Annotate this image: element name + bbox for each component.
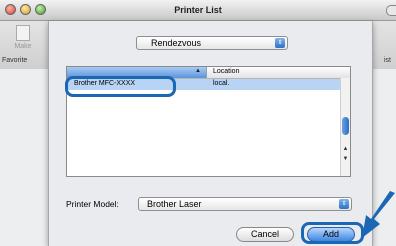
- printer-list-window: Printer List Make Favorite ist Rendezvou…: [0, 0, 396, 246]
- printer-model-value: Brother Laser: [147, 199, 202, 209]
- printer-icon: [16, 25, 30, 41]
- favorite-column-header: Favorite: [2, 57, 28, 64]
- title-bar[interactable]: Printer List: [0, 0, 396, 21]
- make-default-button[interactable]: Make: [8, 25, 38, 50]
- scroll-up-arrow-icon[interactable]: ▲: [342, 146, 349, 152]
- vertical-scrollbar[interactable]: ▲ ▼: [340, 78, 350, 176]
- printer-model-popup[interactable]: Brother Laser ⇕: [138, 197, 352, 211]
- sort-ascending-icon: ▲: [195, 68, 201, 74]
- updown-arrows-icon: ⇕: [339, 199, 349, 209]
- location-column-header[interactable]: Location: [213, 68, 239, 75]
- list-column-header: ist: [384, 57, 391, 64]
- scroll-down-arrow-icon[interactable]: ▼: [342, 156, 349, 162]
- updown-arrows-icon: ⇕: [275, 38, 285, 48]
- pointer-arrow-icon: [362, 191, 395, 238]
- cancel-button[interactable]: Cancel: [236, 227, 294, 242]
- connection-type-popup[interactable]: Rendezvous ⇕: [136, 36, 288, 50]
- printer-location-cell: local.: [213, 80, 230, 87]
- connection-type-value: Rendezvous: [151, 38, 202, 48]
- printer-highlight-callout: [65, 76, 176, 97]
- make-default-label: Make: [14, 43, 32, 50]
- scrollbar-thumb[interactable]: [342, 117, 349, 135]
- toolbar-toggle-button[interactable]: [386, 5, 396, 16]
- window-title: Printer List: [174, 5, 222, 15]
- add-button-highlight-callout: [301, 222, 364, 244]
- printer-model-label: Printer Model:: [66, 199, 119, 209]
- add-printer-sheet: Rendezvous ⇕ ▲ Location Brother MFC-XXXX…: [48, 21, 373, 246]
